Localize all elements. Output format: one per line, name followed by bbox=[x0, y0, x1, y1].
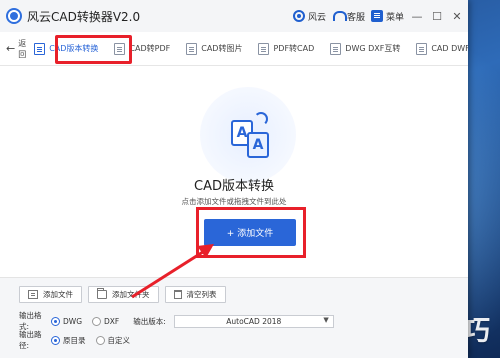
menu-link[interactable]: 菜单 bbox=[370, 10, 404, 23]
tab-label: CAD转图片 bbox=[201, 44, 243, 53]
swap-icon bbox=[416, 42, 428, 55]
convert-illustration: A A bbox=[200, 87, 296, 183]
menu-label: 菜单 bbox=[385, 12, 404, 23]
pdf-icon bbox=[114, 42, 126, 55]
tab-label: CAD DWF互转 bbox=[431, 44, 468, 53]
button-label: 清空列表 bbox=[186, 290, 217, 299]
tab-label: PDF转CAD bbox=[273, 44, 315, 53]
path-custom-radio[interactable]: 自定义 bbox=[95, 335, 131, 346]
brand-label: 风云 bbox=[307, 12, 326, 23]
radio-label: DXF bbox=[104, 316, 120, 326]
version-select[interactable]: AutoCAD 2018 ▼ bbox=[173, 314, 334, 328]
tab-cad-version-convert[interactable]: CAD版本转换 bbox=[26, 38, 106, 60]
tab-cad-to-image[interactable]: CAD转图片 bbox=[178, 38, 250, 60]
button-label: 添加文件 bbox=[43, 290, 73, 299]
settings-panel: 添加文件 添加文件夹 清空列表 输出格式: DWG DXF 输出版本: Auto… bbox=[0, 277, 468, 358]
support-label: 客服 bbox=[346, 12, 365, 23]
app-title: 风云CAD转换器V2.0 bbox=[27, 9, 141, 24]
radio-label: 原目录 bbox=[63, 335, 86, 345]
radio-unselected-icon bbox=[95, 335, 105, 345]
add-folder-button[interactable]: 添加文件夹 bbox=[88, 286, 159, 303]
tab-dwg-dxf[interactable]: DWG DXF互转 bbox=[322, 38, 408, 60]
rotate-arrow-icon bbox=[254, 112, 268, 126]
chevron-down-icon: ▼ bbox=[323, 315, 329, 324]
arrow-left-icon: ← bbox=[6, 42, 16, 55]
file-drop-area[interactable]: A A CAD版本转换 点击添加文件或拖拽文件到此处 + 添加文件 bbox=[0, 67, 468, 277]
app-window: 风云CAD转换器V2.0 风云 客服 菜单 — ☐ ✕ ← 返回 CAD版本转换… bbox=[0, 0, 468, 358]
version-label: 输出版本: bbox=[133, 316, 166, 326]
minimize-button[interactable]: — bbox=[410, 10, 424, 23]
title-bar: 风云CAD转换器V2.0 风云 客服 菜单 — ☐ ✕ bbox=[0, 0, 468, 32]
drop-hint: 点击添加文件或拖拽文件到此处 bbox=[181, 197, 287, 206]
page-title: CAD版本转换 bbox=[194, 179, 274, 194]
version-value: AutoCAD 2018 bbox=[226, 316, 282, 326]
radio-unselected-icon bbox=[92, 316, 102, 326]
function-tab-bar: ← 返回 CAD版本转换 CAD转PDF CAD转图片 PDF转CAD DWG … bbox=[0, 32, 468, 66]
app-logo-icon bbox=[6, 8, 22, 24]
radio-label: 自定义 bbox=[107, 335, 131, 345]
tab-pdf-to-cad[interactable]: PDF转CAD bbox=[250, 38, 322, 60]
tab-label: CAD版本转换 bbox=[49, 44, 99, 53]
tab-cad-to-pdf[interactable]: CAD转PDF bbox=[106, 38, 178, 60]
format-dxf-radio[interactable]: DXF bbox=[92, 316, 120, 326]
title-actions: 风云 客服 菜单 — ☐ ✕ bbox=[292, 0, 464, 32]
file-icon bbox=[28, 290, 38, 299]
pdf-icon bbox=[258, 42, 270, 55]
image-icon bbox=[186, 42, 198, 55]
document-icon bbox=[34, 42, 46, 55]
back-label: 返回 bbox=[18, 38, 27, 59]
file-actions: 添加文件 添加文件夹 清空列表 bbox=[19, 286, 226, 303]
path-row: 输出路径: 原目录 自定义 bbox=[19, 329, 140, 351]
headset-icon bbox=[332, 10, 347, 22]
clear-list-button[interactable]: 清空列表 bbox=[164, 286, 226, 303]
support-link[interactable]: 客服 bbox=[332, 10, 365, 23]
add-file-button[interactable]: + 添加文件 bbox=[204, 219, 296, 246]
swap-icon bbox=[330, 42, 342, 55]
file-letter-icon: A bbox=[247, 132, 269, 158]
brand-icon bbox=[292, 10, 305, 22]
radio-selected-icon bbox=[51, 335, 60, 345]
tab-label: CAD转PDF bbox=[129, 44, 171, 53]
maximize-button[interactable]: ☐ bbox=[430, 10, 444, 23]
format-dwg-radio[interactable]: DWG bbox=[51, 316, 83, 326]
path-label: 输出路径: bbox=[19, 330, 42, 350]
menu-icon bbox=[370, 10, 383, 22]
trash-icon bbox=[173, 290, 182, 299]
radio-label: DWG bbox=[63, 316, 83, 326]
button-label: 添加文件夹 bbox=[112, 290, 150, 299]
add-file-small-button[interactable]: 添加文件 bbox=[19, 286, 82, 303]
close-button[interactable]: ✕ bbox=[450, 10, 464, 23]
back-button[interactable]: ← 返回 bbox=[6, 38, 26, 60]
tab-cad-dwf[interactable]: CAD DWF互转 bbox=[408, 38, 468, 60]
tab-label: DWG DXF互转 bbox=[345, 44, 401, 53]
radio-selected-icon bbox=[51, 316, 60, 326]
path-original-radio[interactable]: 原目录 bbox=[51, 335, 86, 346]
folder-icon bbox=[97, 288, 107, 299]
brand-link[interactable]: 风云 bbox=[292, 10, 326, 23]
